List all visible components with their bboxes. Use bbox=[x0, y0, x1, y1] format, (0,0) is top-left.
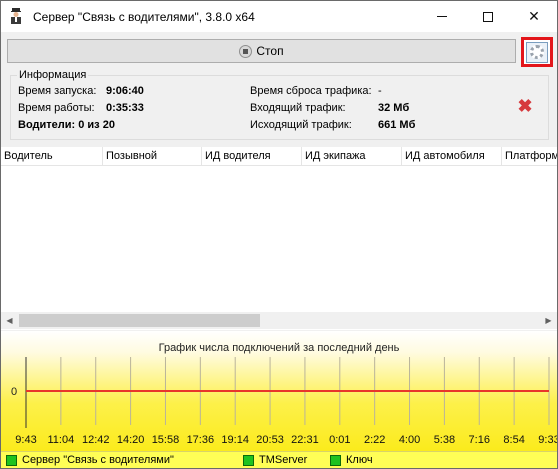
maximize-button[interactable] bbox=[465, 1, 511, 32]
connections-chart-svg: График числа подключений за последний де… bbox=[11, 342, 557, 446]
scroll-left-icon[interactable]: ◀ bbox=[1, 312, 18, 329]
status-tmserver-label: TMServer bbox=[259, 454, 308, 466]
column-header-crew-id[interactable]: ИД экипажа bbox=[302, 147, 402, 165]
start-time-label: Время запуска: bbox=[18, 85, 97, 97]
stop-button[interactable]: Стоп bbox=[7, 39, 516, 63]
traffic-reset-value: - bbox=[378, 85, 382, 97]
chart-x-tick-label: 2:22 bbox=[364, 434, 385, 446]
chart-y-tick-label: 0 bbox=[11, 386, 17, 398]
settings-button[interactable] bbox=[521, 37, 553, 67]
chart-title: График числа подключений за последний де… bbox=[159, 342, 400, 354]
settings-button-face bbox=[526, 41, 548, 63]
chart-x-tick-label: 8:54 bbox=[503, 434, 524, 446]
chart-x-tick-label: 17:36 bbox=[187, 434, 215, 446]
chart-x-tick-label: 20:53 bbox=[256, 434, 284, 446]
chart-x-tick-label: 5:38 bbox=[434, 434, 455, 446]
minimize-icon bbox=[437, 16, 447, 17]
drivers-table[interactable]: Водитель Позывной ИД водителя ИД экипажа… bbox=[1, 147, 557, 330]
outgoing-traffic-value: 661 Мб bbox=[378, 119, 416, 131]
chart-x-tick-label: 11:04 bbox=[48, 434, 75, 446]
title-bar[interactable]: Сервер "Связь с водителями", 3.8.0 x64 ✕ bbox=[1, 1, 557, 32]
chart-x-tick-label: 22:31 bbox=[291, 434, 319, 446]
status-item-tmserver: TMServer bbox=[243, 454, 307, 467]
uptime-value: 0:35:33 bbox=[106, 102, 144, 114]
window-title: Сервер "Связь с водителями", 3.8.0 x64 bbox=[33, 10, 255, 24]
status-led-icon bbox=[243, 455, 254, 466]
app-window: Сервер "Связь с водителями", 3.8.0 x64 ✕… bbox=[0, 0, 558, 469]
status-item-key: Ключ bbox=[330, 454, 373, 467]
chart-x-tick-label: 12:42 bbox=[82, 434, 110, 446]
traffic-reset-label: Время сброса трафика: bbox=[250, 85, 372, 97]
chart-x-tick-label: 9:33 bbox=[538, 434, 557, 446]
incoming-traffic-value: 32 Мб bbox=[378, 102, 410, 114]
status-led-icon bbox=[330, 455, 341, 466]
table-header: Водитель Позывной ИД водителя ИД экипажа… bbox=[1, 147, 557, 166]
scrollbar-thumb[interactable] bbox=[19, 314, 260, 327]
close-icon: ✕ bbox=[528, 8, 540, 24]
outgoing-traffic-label: Исходящий трафик: bbox=[250, 119, 352, 131]
chart-x-tick-label: 4:00 bbox=[399, 434, 420, 446]
uptime-label: Время работы: bbox=[18, 102, 95, 114]
close-button[interactable]: ✕ bbox=[511, 1, 557, 32]
chart-x-tick-label: 15:58 bbox=[152, 434, 180, 446]
start-time-value: 9:06:40 bbox=[106, 85, 144, 97]
status-server-label: Сервер "Связь с водителями" bbox=[22, 454, 174, 466]
drivers-count: Водители: 0 из 20 bbox=[18, 119, 115, 131]
red-x-icon[interactable]: ✖ bbox=[517, 97, 533, 115]
stop-circle-icon bbox=[239, 44, 253, 58]
column-header-driver-id[interactable]: ИД водителя bbox=[202, 147, 302, 165]
connections-chart: График числа подключений за последний де… bbox=[1, 331, 557, 451]
horizontal-scrollbar[interactable]: ◀ ▶ bbox=[1, 312, 557, 329]
minimize-button[interactable] bbox=[419, 1, 465, 32]
chart-x-tick-label: 7:16 bbox=[469, 434, 490, 446]
status-bar: Сервер "Связь с водителями" TMServer Клю… bbox=[1, 451, 557, 468]
chart-x-tick-label: 14:20 bbox=[117, 434, 145, 446]
scroll-right-icon[interactable]: ▶ bbox=[540, 312, 557, 329]
column-header-platform[interactable]: Платформ bbox=[502, 147, 557, 165]
info-group-title: Информация bbox=[17, 69, 89, 82]
column-header-driver[interactable]: Водитель bbox=[1, 147, 103, 165]
chart-x-tick-label: 0:01 bbox=[329, 434, 350, 446]
status-led-icon bbox=[6, 455, 17, 466]
incoming-traffic-label: Входящий трафик: bbox=[250, 102, 346, 114]
gear-icon bbox=[530, 45, 544, 59]
column-header-car-id[interactable]: ИД автомобиля bbox=[402, 147, 502, 165]
chart-x-tick-label: 19:14 bbox=[221, 434, 249, 446]
column-header-callsign[interactable]: Позывной bbox=[103, 147, 202, 165]
status-item-server: Сервер "Связь с водителями" bbox=[6, 454, 174, 467]
status-key-label: Ключ bbox=[346, 454, 373, 466]
stop-button-label: Стоп bbox=[256, 44, 284, 58]
driver-person-icon bbox=[11, 8, 21, 24]
info-group: Информация Время запуска: 9:06:40 Время … bbox=[10, 69, 549, 140]
maximize-icon bbox=[483, 11, 493, 22]
chart-x-tick-label: 9:43 bbox=[15, 434, 36, 446]
